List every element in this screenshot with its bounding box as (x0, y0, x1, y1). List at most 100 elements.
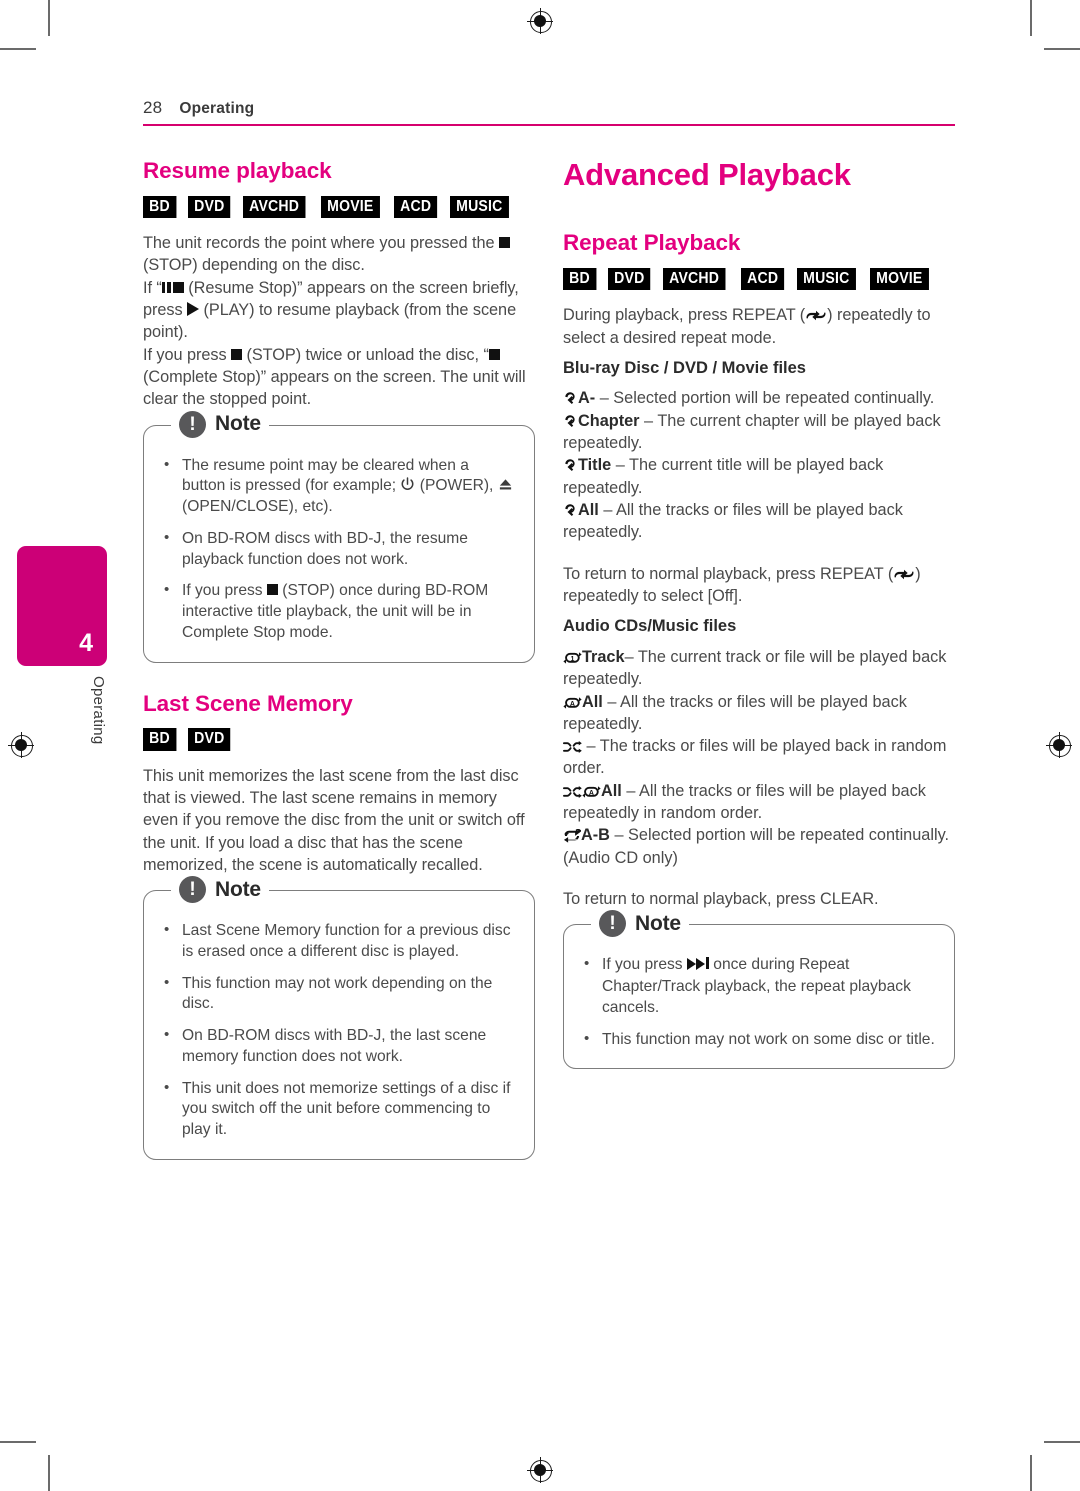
repeat-arrow-icon (565, 459, 575, 472)
repeat-ab-icon (563, 829, 581, 844)
note-item: This function may not work on some disc … (582, 1029, 936, 1051)
stop-icon (498, 237, 510, 249)
badges-last-scene-memory: BD DVD (143, 728, 535, 751)
note-title: Note (215, 877, 261, 901)
shuffle-icon (563, 785, 582, 798)
crop-mark-top-right-v (1030, 0, 1032, 36)
note-item: This function may not work depending on … (162, 973, 516, 1015)
svg-text:A: A (570, 700, 575, 707)
note-box-resume: ! Note The resume point may be cleared w… (143, 410, 535, 663)
repeat-mode-a: A- – Selected portion will be repeated c… (563, 387, 955, 409)
registration-mark-right (1046, 732, 1072, 758)
manual-page: 28 Operating 4 Operating Resume playback… (0, 0, 1080, 1491)
repeat-return-text: To return to normal playback, press REPE… (563, 564, 921, 605)
repeat-mode-shuffle-all: A All – All the tracks or files will be p… (563, 781, 926, 823)
repeat-arrow-icon (565, 392, 575, 405)
heading-last-scene-memory: Last Scene Memory (143, 690, 353, 716)
crop-mark-bottom-left-h (0, 1441, 36, 1443)
repeat-icon (806, 310, 826, 321)
repeat-intro: During playback, press REPEAT () repeate… (563, 306, 931, 347)
repeat-icon (894, 569, 914, 579)
note-box-repeat: ! Note If you press once during Repeat C… (563, 910, 955, 1070)
power-icon (401, 477, 414, 491)
note-frame: Last Scene Memory function for a previou… (143, 890, 535, 1160)
section-name: Operating (179, 100, 255, 117)
last-scene-paragraph: This unit memorizes the last scene from … (143, 766, 525, 874)
note-box-last-scene: ! Note Last Scene Memory function for a … (143, 876, 535, 1160)
media-badge: MUSIC (796, 267, 856, 291)
stop-icon (488, 348, 500, 360)
repeat-mode-shuffle: – The tracks or files will be played bac… (563, 737, 947, 778)
note-item: If you press once during Repeat Chapter/… (582, 954, 936, 1018)
repeat-clear-text: To return to normal playback, press CLEA… (563, 890, 879, 909)
header-rule (143, 124, 955, 126)
crop-mark-top-left-v (48, 0, 50, 36)
exclamation-icon: ! (179, 876, 206, 904)
crop-mark-bottom-left-v (48, 1455, 50, 1491)
skip-forward-icon (686, 956, 709, 977)
repeat-one-icon: 1 (563, 652, 582, 664)
repeat-mode-track: 1 Track– The current track or file will b… (563, 647, 947, 689)
media-badge: BD (143, 728, 177, 751)
exclamation-icon: ! (599, 910, 626, 938)
media-badge: ACD (394, 195, 438, 219)
eject-icon (499, 479, 511, 490)
repeat-mode-title: Title – The current title will be played… (563, 456, 884, 497)
note-caption: ! Note (171, 876, 269, 904)
repeat-all-icon: A (563, 696, 582, 709)
repeat-all-icon: A (582, 786, 601, 798)
note-title: Note (215, 412, 261, 436)
right-column: Advanced Playback Repeat Playback BD DVD… (563, 157, 955, 1070)
page-number: 28 (143, 98, 163, 117)
crop-mark-top-left-h (0, 48, 36, 50)
note-item: If you press (STOP) once during BD-ROM i… (162, 580, 516, 643)
chapter-tab: 4 (17, 546, 107, 666)
chapter-number: 4 (79, 629, 93, 657)
shuffle-icon (563, 741, 582, 754)
repeat-arrow-icon (565, 504, 575, 517)
note-list: Last Scene Memory function for a previou… (162, 920, 516, 1141)
play-icon (187, 302, 200, 317)
media-badge: ACD (740, 267, 784, 291)
registration-mark-bottom (527, 1457, 553, 1483)
stop-icon (172, 281, 184, 293)
repeat-mode-ab: A-B – Selected portion will be repeated … (563, 826, 950, 867)
media-badge: AVCHD (242, 195, 306, 219)
media-badge: BD (143, 195, 177, 219)
badges-resume-playback: BD DVD AVCHD MOVIE ACD MUSIC (143, 195, 535, 219)
heading-resume-playback: Resume playback (143, 158, 332, 183)
resume-paragraph-1: The unit records the point where you pre… (143, 232, 535, 277)
media-badge: BD (563, 267, 597, 291)
note-item: The resume point may be cleared when a b… (162, 455, 516, 518)
note-item: Last Scene Memory function for a previou… (162, 920, 516, 962)
crop-mark-bottom-right-v (1030, 1455, 1032, 1491)
note-caption: ! Note (591, 910, 689, 938)
note-item: This unit does not memorize settings of … (162, 1078, 516, 1141)
media-badge: DVD (187, 728, 231, 751)
pause-icon (161, 277, 173, 299)
exclamation-icon: ! (179, 410, 206, 438)
media-badge: MOVIE (870, 267, 930, 291)
resume-paragraph-2: If “ (Resume Stop)” appears on the scree… (143, 277, 519, 342)
media-badge: AVCHD (662, 267, 726, 291)
note-caption: ! Note (171, 410, 269, 438)
page-header: 28 Operating (143, 98, 955, 126)
media-badge: DVD (187, 195, 231, 219)
resume-paragraph-3: If you press (STOP) twice or unload the … (143, 345, 526, 409)
note-title: Note (635, 911, 681, 935)
page-title: Advanced Playback (563, 157, 851, 192)
left-column: Resume playback BD DVD AVCHD MOVIE ACD M… (143, 158, 535, 1160)
repeat-mode-all: All – All the tracks or files will be pl… (563, 501, 903, 542)
note-list: If you press once during Repeat Chapter/… (582, 954, 936, 1051)
registration-mark-top (527, 8, 553, 34)
crop-mark-bottom-right-h (1044, 1441, 1080, 1443)
repeat-mode-chapter: Chapter – The current chapter will be pl… (563, 411, 941, 453)
badges-repeat-playback: BD DVD AVCHD ACD MUSIC MOVIE (563, 267, 955, 291)
subheading-bluray-dvd-movie: Blu-ray Disc / DVD / Movie files (563, 358, 806, 377)
media-badge: DVD (607, 267, 651, 291)
crop-mark-top-right-h (1044, 48, 1080, 50)
stop-icon (231, 348, 243, 360)
repeat-mode-all-audio: A All – All the tracks or files will be p… (563, 692, 907, 733)
svg-text:A: A (589, 790, 594, 797)
note-item: On BD-ROM discs with BD-J, the last scen… (162, 1025, 516, 1067)
